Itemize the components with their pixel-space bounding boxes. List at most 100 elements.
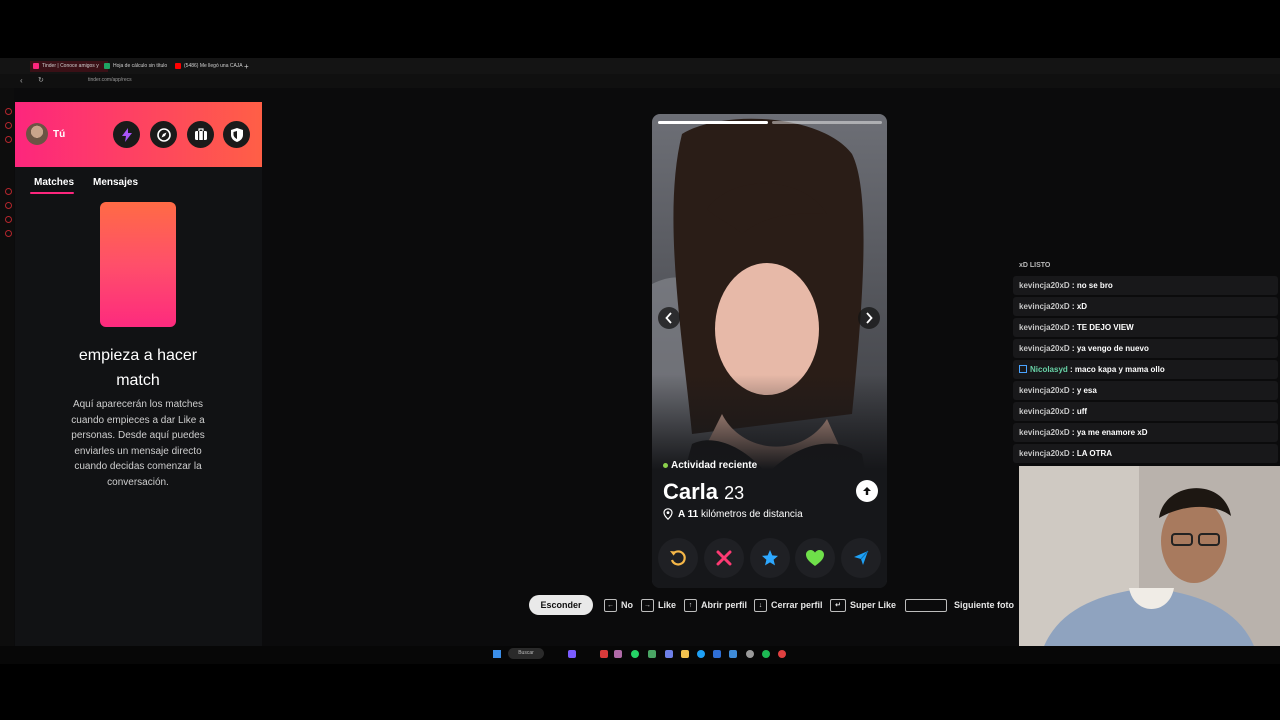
chat-text: maco kapa y mama ollo — [1074, 365, 1165, 374]
shortcut-super-like-label: Super Like — [850, 600, 897, 610]
side-app-icon[interactable] — [5, 136, 12, 143]
chat-username: kevincja20xD — [1019, 323, 1070, 332]
rewind-button[interactable] — [658, 538, 698, 578]
space-key-icon — [905, 599, 947, 612]
chat-username: kevincja20xD — [1019, 344, 1070, 353]
back-icon[interactable]: ‹ — [20, 76, 23, 85]
tinder-favicon-icon — [33, 63, 39, 69]
like-button[interactable] — [795, 538, 835, 578]
empty-state-title: empieza a hacer match — [78, 347, 198, 389]
chat-message: kevincja20xD : TE DEJO VIEW — [1013, 318, 1278, 337]
shortcut-open-profile-label: Abrir perfil — [701, 600, 748, 610]
shortcut-open-profile: ↑ Abrir perfil — [684, 597, 747, 614]
side-app-icon[interactable] — [5, 216, 12, 223]
star-icon — [762, 550, 778, 566]
side-app-icon[interactable] — [5, 122, 12, 129]
taskbar-app-icon[interactable] — [614, 650, 622, 658]
arrow-up-icon — [863, 487, 871, 495]
send-icon — [854, 550, 869, 565]
taskbar-app-icon[interactable] — [631, 650, 639, 658]
shortcut-like-label: Like — [658, 600, 677, 610]
arrow-up-key-icon: ↑ — [684, 599, 697, 612]
side-app-icon[interactable] — [5, 202, 12, 209]
taskbar-app-icon[interactable] — [568, 650, 576, 658]
online-dot-icon — [663, 463, 668, 468]
boost-button[interactable] — [113, 121, 140, 148]
chat-text: TE DEJO VIEW — [1076, 323, 1134, 332]
hide-shortcuts-button[interactable]: Esconder — [529, 595, 593, 615]
tab-label: Tinder | Conoce amigos y — [42, 63, 99, 69]
new-tab-button[interactable]: + — [242, 61, 254, 72]
briefcase-icon — [194, 128, 207, 140]
taskbar-app-icon[interactable] — [778, 650, 786, 658]
url-field[interactable]: tinder.com/app/recs — [88, 77, 132, 83]
webcam-overlay — [1019, 466, 1280, 662]
matches-sidebar: Tú Matches Mensajes empieza a hacer matc… — [15, 102, 262, 662]
previous-photo-button[interactable] — [658, 307, 680, 329]
tab-youtube[interactable]: (5486) Me llegó una CAJA — [172, 61, 250, 72]
profile-card[interactable]: Actividad reciente Carla 23 A 11 kilómet… — [652, 114, 887, 588]
heart-icon — [806, 550, 824, 566]
chat-text: LA OTRA — [1076, 449, 1113, 458]
arrow-left-key-icon: ← — [604, 599, 617, 612]
nope-button[interactable] — [704, 538, 744, 578]
taskbar-app-icon[interactable] — [681, 650, 689, 658]
windows-start-icon[interactable] — [493, 650, 501, 658]
chat-message: kevincja20xD : xD — [1013, 297, 1278, 316]
taskbar-app-icon[interactable] — [697, 650, 705, 658]
boost-send-button[interactable] — [841, 538, 881, 578]
tab-label: (5486) Me llegó una CAJA — [184, 63, 243, 69]
location-pin-icon — [663, 508, 673, 520]
chat-message: kevincja20xD : ya me enamore xD — [1013, 423, 1278, 442]
taskbar-app-icon[interactable] — [600, 650, 608, 658]
taskbar-app-icon[interactable] — [746, 650, 754, 658]
safety-button[interactable] — [223, 121, 250, 148]
chat-message: kevincja20xD : LA OTRA — [1013, 444, 1278, 463]
taskbar-app-icon[interactable] — [762, 650, 770, 658]
shield-icon — [230, 127, 243, 142]
open-profile-button[interactable] — [856, 480, 878, 502]
tab-tinder[interactable]: Tinder | Conoce amigos y — [30, 61, 108, 72]
work-mode-button[interactable] — [187, 121, 214, 148]
taskbar-app-icon[interactable] — [729, 650, 737, 658]
taskbar-search[interactable]: Buscar — [508, 648, 544, 659]
enter-key-icon: ↵ — [830, 599, 846, 612]
distance-value: 11 — [687, 508, 699, 520]
side-app-icon[interactable] — [5, 108, 12, 115]
side-app-icon[interactable] — [5, 188, 12, 195]
photo-indicator-1[interactable] — [658, 121, 768, 124]
tab-messages[interactable]: Mensajes — [93, 177, 138, 188]
avatar[interactable] — [26, 123, 48, 145]
taskbar-app-icon[interactable] — [713, 650, 721, 658]
empty-match-card — [100, 202, 176, 327]
chevron-right-icon — [866, 312, 873, 324]
explore-button[interactable] — [150, 121, 177, 148]
tab-label: Hoja de cálculo sin título — [113, 63, 168, 69]
youtube-favicon-icon — [175, 63, 181, 69]
side-app-icon[interactable] — [5, 230, 12, 237]
shortcut-next-photo: Siguiente foto — [905, 597, 1014, 614]
sidebar-header: Tú — [15, 102, 262, 167]
activity-status: Actividad reciente — [663, 460, 757, 471]
taskbar-app-icon[interactable] — [665, 650, 673, 658]
activity-status-label: Actividad reciente — [671, 460, 758, 471]
photo-indicator-2[interactable] — [772, 121, 882, 124]
bolt-icon — [121, 127, 132, 142]
chat-username: kevincja20xD — [1019, 386, 1070, 395]
tab-matches[interactable]: Matches — [34, 177, 74, 188]
tab-sheets[interactable]: Hoja de cálculo sin título — [101, 61, 179, 72]
tab-messages-label: Mensajes — [93, 177, 139, 188]
next-photo-button[interactable] — [858, 307, 880, 329]
refresh-icon[interactable]: ↻ — [38, 76, 44, 84]
chat-text: ya vengo de nuevo — [1076, 344, 1149, 353]
chat-message: kevincja20xD : y esa — [1013, 381, 1278, 400]
shortcut-next-photo-label: Siguiente foto — [954, 600, 1014, 610]
taskbar-app-icon[interactable] — [648, 650, 656, 658]
super-like-button[interactable] — [750, 538, 790, 578]
chat-message: Nicolasyd : maco kapa y mama ollo — [1013, 360, 1278, 379]
chat-username: kevincja20xD — [1019, 302, 1070, 311]
profile-age: 23 — [724, 483, 745, 503]
tab-active-indicator — [30, 192, 74, 194]
rewind-icon — [670, 550, 686, 566]
profile-name[interactable]: Tú — [53, 129, 65, 140]
